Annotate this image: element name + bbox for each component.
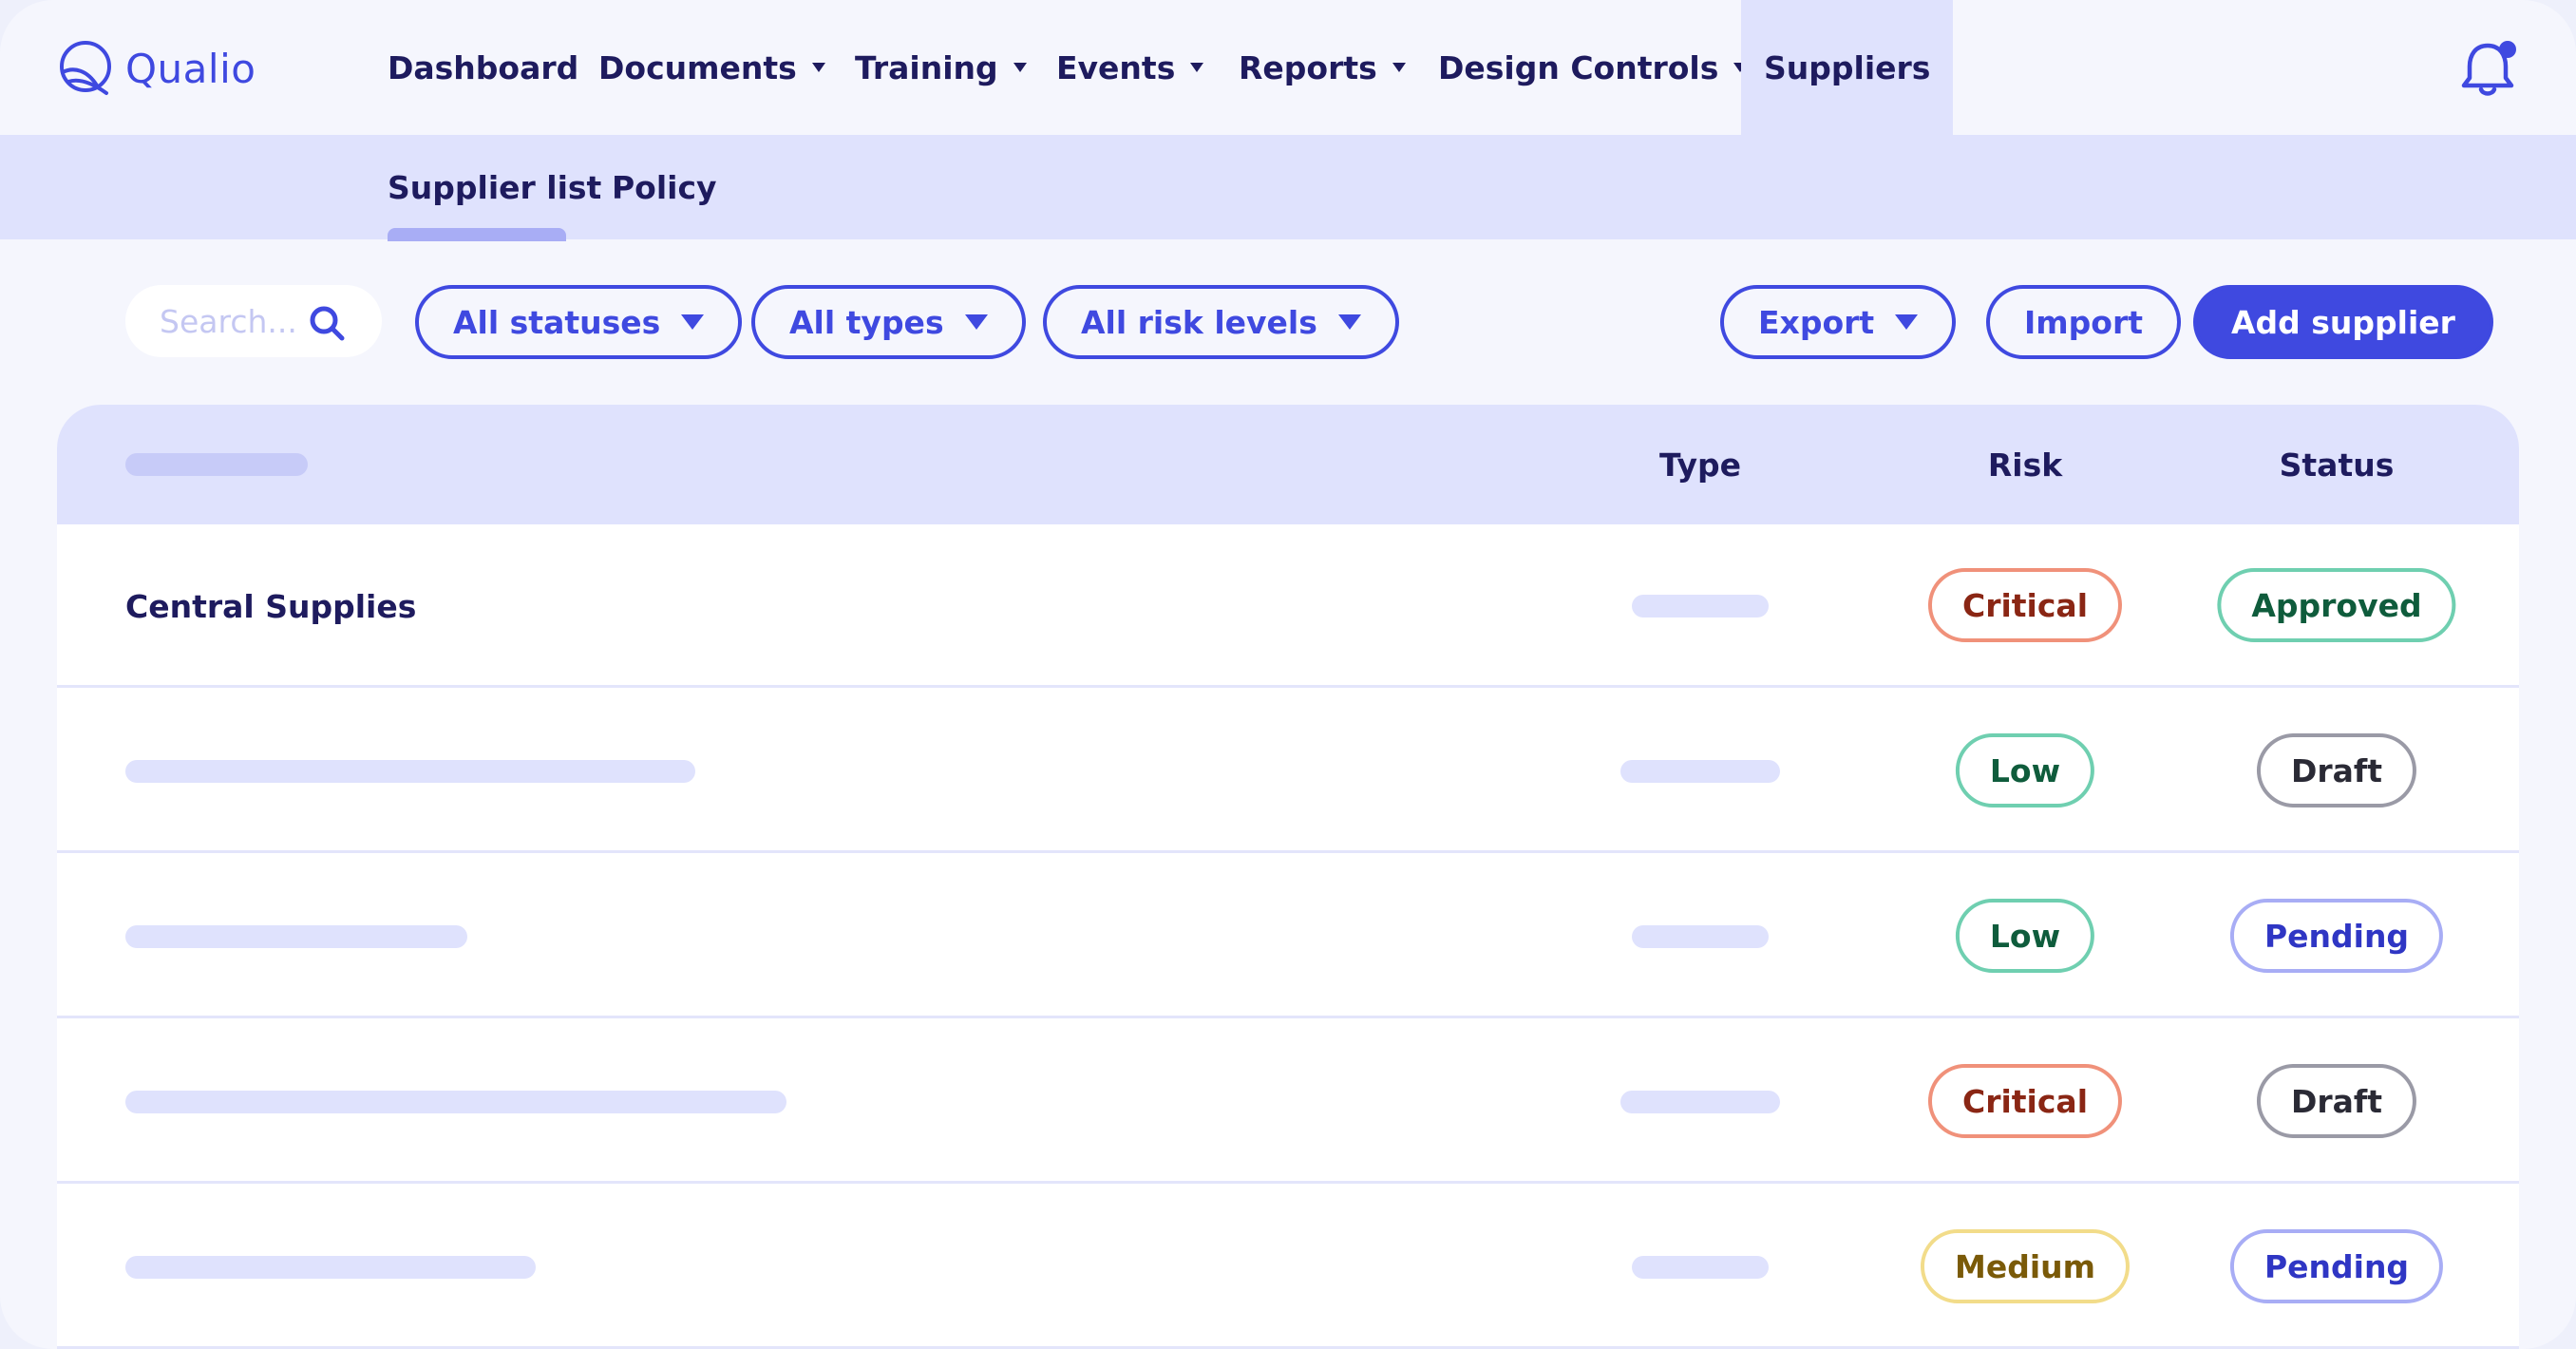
chevron-down-icon — [1392, 63, 1406, 72]
status-filter-label: All statuses — [453, 303, 661, 341]
name-placeholder — [125, 1091, 786, 1113]
name-header-placeholder — [125, 453, 308, 476]
caret-down-icon — [964, 314, 988, 330]
type-filter-dropdown[interactable]: All types — [751, 285, 1026, 359]
add-supplier-button[interactable]: Add supplier — [2193, 285, 2493, 359]
nav-events[interactable]: Events — [1056, 0, 1204, 135]
status-badge: Pending — [2229, 899, 2444, 973]
nav-documents-label: Documents — [598, 48, 797, 86]
nav-design-controls-label: Design Controls — [1438, 48, 1719, 86]
table-header: Type Risk Status — [57, 405, 2519, 524]
subnav-policy[interactable]: Policy — [612, 135, 717, 239]
chevron-down-icon — [1013, 63, 1027, 72]
logo[interactable]: Qualio — [55, 38, 256, 99]
status-badge: Pending — [2229, 1229, 2444, 1303]
risk-badge: Critical — [1927, 568, 2123, 642]
caret-down-icon — [1337, 314, 1361, 330]
sub-navigation: Supplier list Policy — [0, 135, 2576, 239]
search-icon[interactable] — [308, 304, 346, 342]
chevron-down-icon — [811, 63, 825, 72]
name-placeholder — [125, 1256, 536, 1279]
risk-badge: Low — [1955, 899, 2095, 973]
supplier-table: Type Risk Status Central Supplies Critic… — [57, 405, 2519, 1349]
logo-text: Qualio — [125, 45, 256, 92]
table-row[interactable]: Critical Draft — [57, 1020, 2519, 1184]
nav-reports[interactable]: Reports — [1239, 0, 1406, 135]
caret-down-icon — [681, 314, 705, 330]
risk-badge: Medium — [1920, 1229, 2131, 1303]
notification-bell-icon[interactable] — [2454, 36, 2521, 103]
status-badge: Approved — [2217, 568, 2456, 642]
status-badge: Draft — [2256, 1064, 2417, 1138]
import-label: Import — [2024, 303, 2144, 341]
table-row[interactable]: Low Pending — [57, 855, 2519, 1018]
type-placeholder — [1632, 595, 1769, 618]
subnav-policy-label: Policy — [612, 168, 717, 206]
qualio-logo-icon — [60, 41, 111, 95]
export-button[interactable]: Export — [1720, 285, 1957, 359]
nav-dashboard[interactable]: Dashboard — [388, 0, 578, 135]
supplier-name[interactable]: Central Supplies — [125, 524, 416, 688]
type-column-header[interactable]: Type — [1659, 405, 1741, 524]
top-navigation: Qualio Dashboard Documents Training Even… — [0, 0, 2576, 135]
type-placeholder — [1632, 1256, 1769, 1279]
table-row[interactable]: Medium Pending — [57, 1186, 2519, 1349]
risk-badge: Low — [1955, 733, 2095, 808]
nav-events-label: Events — [1056, 48, 1176, 86]
search-box[interactable] — [125, 285, 382, 357]
nav-design-controls[interactable]: Design Controls — [1438, 0, 1748, 135]
caret-down-icon — [1895, 314, 1919, 330]
status-badge: Draft — [2256, 733, 2417, 808]
risk-filter-label: All risk levels — [1081, 303, 1317, 341]
nav-documents[interactable]: Documents — [598, 0, 825, 135]
type-filter-label: All types — [789, 303, 944, 341]
nav-training[interactable]: Training — [855, 0, 1027, 135]
active-tab-indicator — [388, 228, 566, 241]
status-column-header[interactable]: Status — [2280, 405, 2395, 524]
nav-dashboard-label: Dashboard — [388, 48, 579, 86]
app-window: Qualio Dashboard Documents Training Even… — [0, 0, 2576, 1349]
name-placeholder — [125, 925, 467, 948]
type-placeholder — [1632, 925, 1769, 948]
table-row[interactable]: Central Supplies Critical Approved — [57, 524, 2519, 688]
nav-suppliers-label: Suppliers — [1764, 48, 1931, 86]
subnav-supplier-list[interactable]: Supplier list — [388, 135, 601, 239]
subnav-supplier-list-label: Supplier list — [388, 168, 602, 206]
add-supplier-label: Add supplier — [2231, 303, 2455, 341]
type-placeholder — [1620, 1091, 1780, 1113]
nav-suppliers[interactable]: Suppliers — [1741, 0, 1954, 135]
nav-reports-label: Reports — [1239, 48, 1377, 86]
status-filter-dropdown[interactable]: All statuses — [415, 285, 743, 359]
nav-training-label: Training — [855, 48, 998, 86]
risk-filter-dropdown[interactable]: All risk levels — [1043, 285, 1399, 359]
import-button[interactable]: Import — [1986, 285, 2182, 359]
chevron-down-icon — [1190, 63, 1204, 72]
type-placeholder — [1620, 760, 1780, 783]
risk-badge: Critical — [1927, 1064, 2123, 1138]
export-label: Export — [1758, 303, 1875, 341]
table-row[interactable]: Low Draft — [57, 690, 2519, 853]
risk-column-header[interactable]: Risk — [1988, 405, 2062, 524]
search-input[interactable] — [160, 302, 302, 340]
name-placeholder — [125, 760, 695, 783]
